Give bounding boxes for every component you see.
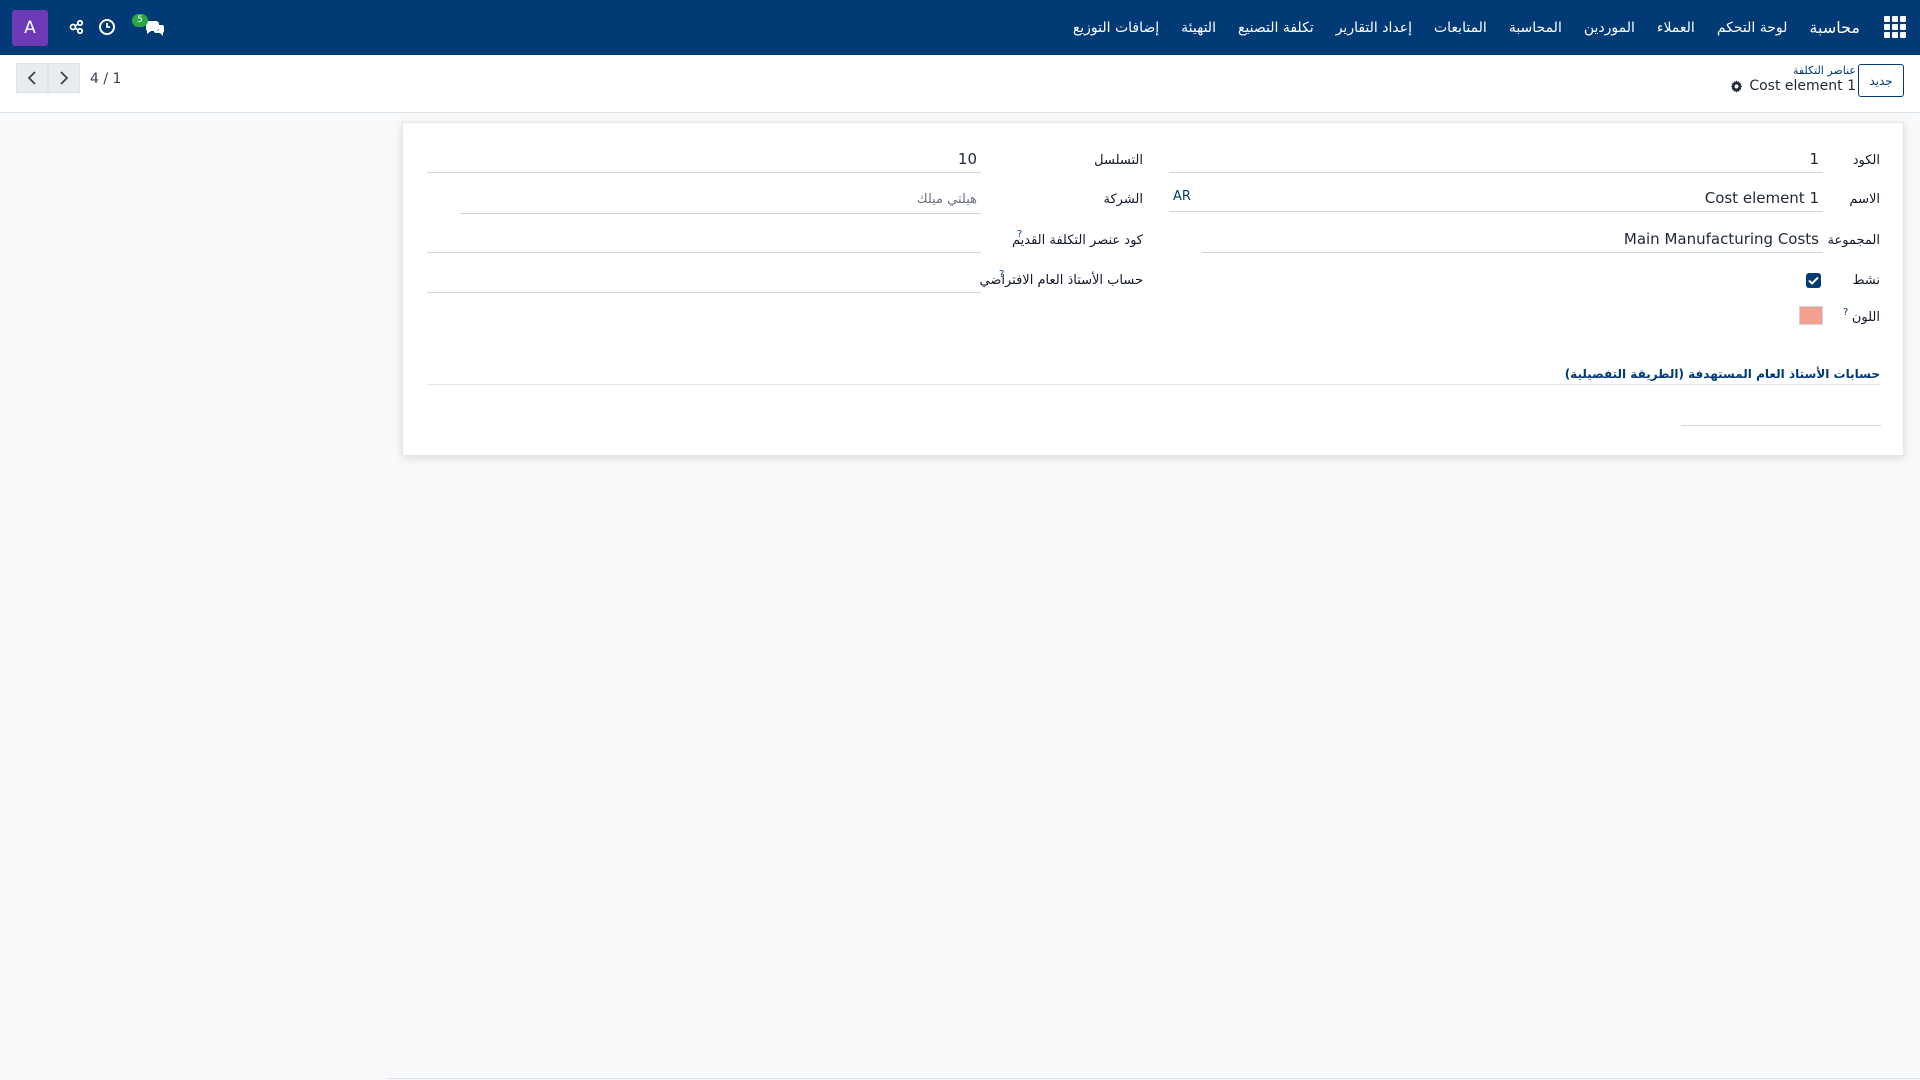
- menu-distribution-addons[interactable]: إضافات التوزيع: [1073, 20, 1159, 36]
- user-avatar[interactable]: A: [12, 10, 48, 46]
- translate-language-button[interactable]: AR: [1173, 189, 1191, 204]
- pager-next-button[interactable]: [48, 63, 80, 93]
- section-separator: [427, 384, 1881, 385]
- message-count-badge: 5: [132, 14, 148, 27]
- old-code-field[interactable]: [427, 225, 981, 253]
- chevron-left-icon: [27, 71, 36, 85]
- color-label: اللون: [1851, 310, 1880, 325]
- menu-vendors[interactable]: الموردين: [1584, 20, 1635, 36]
- sequence-field[interactable]: 10: [427, 145, 981, 173]
- code-field[interactable]: 1: [1169, 145, 1823, 173]
- breadcrumb-current: Cost element 1: [1730, 78, 1856, 94]
- menu-reporting[interactable]: إعداد التقارير: [1336, 20, 1412, 36]
- company-label: الشركة: [1103, 192, 1143, 207]
- main-menu: محاسبة لوحة التحكم العملاء الموردين المح…: [1073, 0, 1860, 55]
- new-record-button[interactable]: جديد: [1858, 64, 1904, 97]
- bottom-divider: [387, 1078, 1920, 1079]
- chevron-right-icon: [60, 71, 69, 85]
- pager-previous-button[interactable]: [16, 63, 48, 93]
- target-accounts-field[interactable]: [1681, 425, 1881, 426]
- code-label: الكود: [1852, 153, 1880, 168]
- old-code-label: كود عنصر التكلفة القديم: [1012, 233, 1143, 248]
- menu-configuration[interactable]: التهيئة: [1181, 20, 1216, 36]
- active-checkbox[interactable]: [1806, 273, 1821, 288]
- checkmark-icon: [1808, 276, 1819, 285]
- name-field[interactable]: Cost element 1: [1169, 184, 1823, 212]
- menu-accounting[interactable]: المحاسبة: [1509, 20, 1562, 36]
- menu-followups[interactable]: المتابعات: [1434, 20, 1487, 36]
- form-sheet: الكود 1 الاسم Cost element 1 AR المجموعة…: [402, 122, 1904, 456]
- sequence-label: التسلسل: [1094, 153, 1143, 168]
- target-accounts-section-title: حسابات الأستاذ العام المستهدفة (الطريقة …: [1564, 367, 1880, 381]
- menu-app-accounting[interactable]: محاسبة: [1809, 18, 1860, 37]
- old-code-help-icon[interactable]: ?: [1017, 229, 1022, 240]
- menu-customers[interactable]: العملاء: [1657, 20, 1695, 36]
- menu-dashboard[interactable]: لوحة التحكم: [1717, 20, 1788, 36]
- default-account-help-icon[interactable]: ?: [999, 269, 1004, 280]
- default-account-field[interactable]: [427, 265, 981, 293]
- pager-value[interactable]: 4 / 1: [90, 71, 121, 87]
- gear-icon[interactable]: [1730, 79, 1743, 93]
- group-label: المجموعة: [1827, 233, 1880, 248]
- company-field[interactable]: هيلتي ميلك: [460, 186, 981, 214]
- color-swatch[interactable]: [1799, 306, 1823, 325]
- breadcrumb-parent[interactable]: عناصر التكلفة: [1793, 64, 1856, 77]
- group-field[interactable]: Main Manufacturing Costs: [1202, 225, 1823, 253]
- activity-icon[interactable]: [64, 15, 88, 39]
- top-navbar: A 5 محاسبة لوحة التحكم العملاء الموردين …: [0, 0, 1920, 55]
- record-title: Cost element 1: [1749, 78, 1856, 94]
- clock-icon[interactable]: [95, 15, 119, 39]
- color-help-icon[interactable]: ?: [1843, 307, 1848, 318]
- menu-manufacturing-cost[interactable]: تكلفة التصنيع: [1238, 20, 1314, 36]
- control-panel: 4 / 1 جديد عناصر التكلفة Cost element 1: [0, 55, 1920, 113]
- app-grid-icon[interactable]: [1884, 16, 1906, 38]
- active-label: نشط: [1852, 273, 1880, 288]
- name-label: الاسم: [1849, 192, 1880, 207]
